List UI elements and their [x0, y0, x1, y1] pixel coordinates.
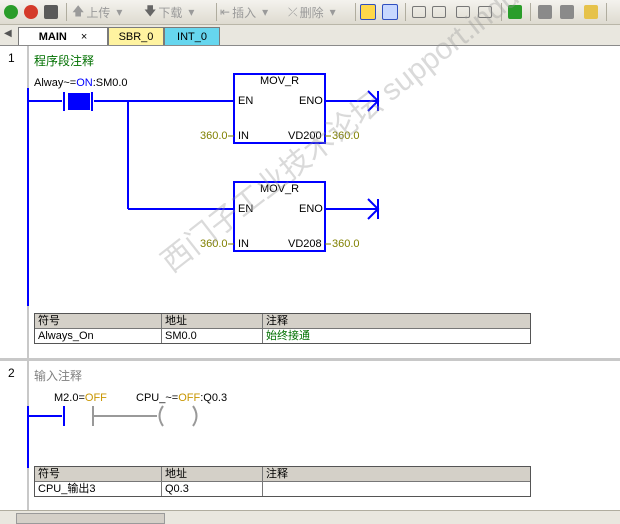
horizontal-scrollbar[interactable]	[0, 510, 620, 524]
stop-button[interactable]	[24, 3, 40, 21]
box-in-pin: IN	[238, 130, 249, 142]
scrollbar-thumb[interactable]	[16, 513, 165, 524]
tab-int0[interactable]: INT_0	[164, 27, 220, 45]
table-row[interactable]: CPU_输出3 Q0.3	[35, 481, 530, 496]
export-button[interactable]	[508, 3, 524, 21]
tab-scroll-left-icon[interactable]: ◀	[4, 28, 12, 39]
tab-sbr0-label: SBR_0	[118, 30, 154, 43]
delete-label: 删除	[299, 5, 324, 20]
run-icon	[4, 5, 18, 19]
editor-tabs: ◀ MAIN × SBR_0 INT_0	[0, 25, 620, 46]
box-out-pin: VD200	[288, 130, 322, 142]
symbol-table-header: 符号 地址 注释	[35, 467, 530, 481]
out-value: 360.0	[332, 238, 360, 250]
tab-int0-label: INT_0	[177, 30, 207, 43]
coil-icon	[456, 6, 470, 18]
network-title[interactable]: 输入注释	[34, 367, 82, 384]
ladder-editor[interactable]: 1 程序段注释 Alway~=ON:SM0.0 MOV_R EN ENO IN …	[0, 0, 620, 510]
tab-sbr0[interactable]: SBR_0	[108, 27, 164, 45]
download-label: 下载	[158, 5, 183, 20]
ladder-rung-1	[27, 73, 380, 306]
box-icon	[478, 6, 492, 18]
up-arrow-icon: 🡅	[72, 3, 85, 18]
run-button[interactable]	[4, 3, 20, 21]
key-button[interactable]	[584, 3, 600, 21]
lock-icon	[538, 5, 552, 19]
col-address: 地址	[162, 467, 263, 481]
chevron-down-icon: ▾	[329, 5, 336, 19]
compile-button[interactable]	[44, 3, 60, 21]
network-separator	[0, 358, 620, 361]
box-eno-pin: ENO	[299, 203, 323, 215]
network-view-icon	[360, 4, 376, 20]
network-view-button[interactable]	[360, 3, 378, 21]
symbol-table: 符号 地址 注释 Always_On SM0.0 始终接通	[34, 313, 531, 344]
upload-button[interactable]: 🡅 上传 ▾	[72, 3, 122, 21]
box-out-pin: VD208	[288, 238, 322, 250]
download-button[interactable]: 🡇 下载 ▾	[144, 3, 194, 21]
box-button[interactable]	[478, 3, 494, 21]
chevron-down-icon: ▾	[188, 5, 195, 19]
chevron-down-icon: ▾	[262, 5, 269, 19]
contact-icon	[412, 6, 426, 18]
branch-button[interactable]	[432, 3, 448, 21]
box-en-pin: EN	[238, 203, 254, 215]
insert-label: 插入	[232, 5, 257, 20]
close-icon[interactable]: ×	[81, 31, 87, 43]
box-name: MOV_R	[260, 75, 300, 87]
box-eno-pin: ENO	[299, 95, 323, 107]
unlock-icon	[560, 5, 574, 19]
export-icon	[508, 5, 522, 19]
insert-button[interactable]: ⇤ 插入 ▾	[220, 3, 268, 21]
contact-button[interactable]	[412, 3, 428, 21]
in-value: 360.0	[200, 238, 228, 250]
table-row[interactable]: Always_On SM0.0 始终接通	[35, 328, 530, 343]
unlock-button[interactable]	[560, 3, 576, 21]
network-number: 2	[8, 366, 15, 380]
symbol-table: 符号 地址 注释 CPU_输出3 Q0.3	[34, 466, 531, 497]
box-in-pin: IN	[238, 238, 249, 250]
branch-icon	[432, 6, 446, 18]
box-en-pin: EN	[238, 95, 254, 107]
tab-main-label: MAIN	[38, 30, 67, 43]
box-name: MOV_R	[260, 183, 300, 195]
insert-icon: ⇤	[220, 5, 231, 19]
delete-icon: ⤫	[288, 4, 298, 19]
delete-button[interactable]: ⤫ 删除 ▾	[288, 3, 336, 21]
down-arrow-icon: 🡇	[144, 3, 157, 18]
col-symbol: 符号	[35, 467, 162, 481]
out-value: 360.0	[332, 130, 360, 142]
in-value: 360.0	[200, 130, 228, 142]
upload-label: 上传	[86, 5, 111, 20]
stop-icon	[24, 5, 38, 19]
symbol-table-header: 符号 地址 注释	[35, 314, 530, 328]
network-view2-button[interactable]	[382, 3, 400, 21]
toolbar: 🡅 上传 ▾ 🡇 下载 ▾ ⇤ 插入 ▾ ⤫ 删除 ▾	[0, 0, 620, 25]
tab-main[interactable]: MAIN ×	[18, 27, 108, 45]
key-icon	[584, 5, 598, 19]
col-comment: 注释	[266, 468, 288, 480]
contact-on-indicator	[68, 93, 90, 110]
col-comment: 注释	[266, 315, 288, 327]
coil-button[interactable]	[456, 3, 472, 21]
col-symbol: 符号	[35, 314, 162, 328]
chevron-down-icon: ▾	[116, 5, 123, 19]
network-view2-icon	[382, 4, 398, 20]
col-address: 地址	[162, 314, 263, 328]
compile-icon	[44, 5, 58, 19]
lock-button[interactable]	[538, 3, 554, 21]
